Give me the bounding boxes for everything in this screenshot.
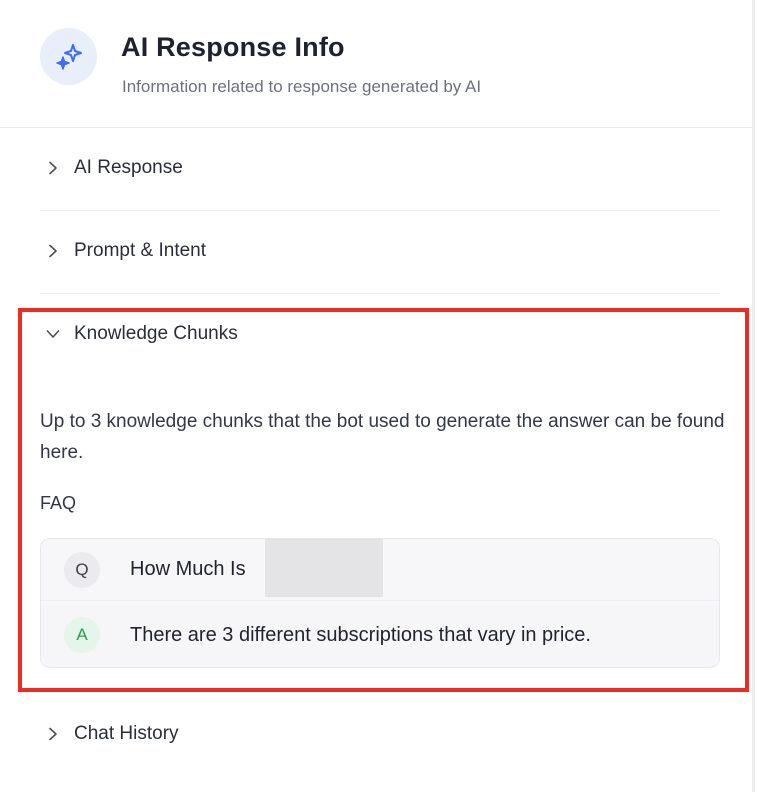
knowledge-chunks-description: Up to 3 knowledge chunks that the bot us… xyxy=(40,411,725,463)
chevron-right-icon xyxy=(42,240,64,262)
faq-question-row: Q How Much Is xyxy=(41,539,719,601)
divider xyxy=(40,210,720,211)
chevron-down-icon xyxy=(42,323,64,345)
faq-answer-text: There are 3 different subscriptions that… xyxy=(130,624,591,646)
page-subtitle: Information related to response generate… xyxy=(122,77,482,96)
chevron-right-icon xyxy=(42,157,64,179)
accordion-label: Chat History xyxy=(74,723,179,744)
chevron-right-icon xyxy=(42,723,64,745)
accordion-label: AI Response xyxy=(74,157,183,178)
ai-response-info-panel: AI Response Info Information related to … xyxy=(0,0,757,792)
faq-section-label: FAQ xyxy=(40,493,77,513)
accordion-ai-response[interactable]: AI Response xyxy=(40,148,720,188)
page-title: AI Response Info xyxy=(121,32,345,62)
panel-header: AI Response Info Information related to … xyxy=(0,0,752,128)
faq-question-text: How Much Is xyxy=(130,558,246,580)
answer-badge: A xyxy=(64,617,100,653)
redacted-block xyxy=(265,539,383,597)
accordion-knowledge-chunks[interactable]: Knowledge Chunks xyxy=(40,314,720,354)
divider xyxy=(40,293,720,294)
accordion-label: Prompt & Intent xyxy=(74,240,207,261)
panel-edge xyxy=(752,0,755,792)
question-badge: Q xyxy=(64,552,100,588)
accordion-prompt-intent[interactable]: Prompt & Intent xyxy=(40,231,720,271)
faq-card: Q How Much Is A There are 3 different su… xyxy=(40,538,720,668)
accordion-label: Knowledge Chunks xyxy=(74,323,238,344)
accordion-chat-history[interactable]: Chat History xyxy=(40,714,720,754)
sparkles-icon xyxy=(40,28,97,85)
faq-answer-row: A There are 3 different subscriptions th… xyxy=(41,602,719,667)
